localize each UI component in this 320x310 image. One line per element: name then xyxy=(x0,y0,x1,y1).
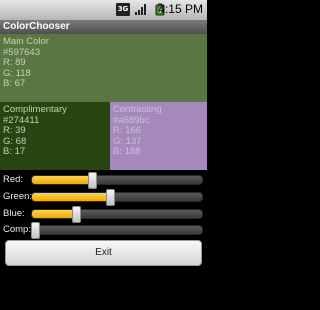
complimentary-label: Complimentary xyxy=(3,104,67,115)
green-slider-label: Green: xyxy=(3,191,33,202)
red-slider-thumb[interactable] xyxy=(87,172,97,189)
red-slider-fill xyxy=(32,176,92,184)
comp-slider-row: Comp: xyxy=(0,221,207,239)
contrasting-label: Contrasting xyxy=(113,104,162,115)
blue-slider[interactable] xyxy=(31,206,203,223)
status-time: 4:15 PM xyxy=(158,2,203,16)
red-slider[interactable] xyxy=(31,172,203,189)
green-slider-row: Green: xyxy=(0,188,207,206)
blue-slider-row: Blue: xyxy=(0,205,207,223)
network-3g-icon: 3G xyxy=(116,3,130,16)
red-slider-label: Red: xyxy=(3,174,24,185)
green-slider[interactable] xyxy=(31,189,203,206)
main-color-red: R: 89 xyxy=(3,57,26,68)
main-color-blue: B: 67 xyxy=(3,78,26,89)
main-color-swatch: Main Color #597643 R: 89 G: 118 B: 67 xyxy=(0,34,207,102)
comp-slider-thumb[interactable] xyxy=(31,222,40,239)
app-title: ColorChooser xyxy=(3,21,70,32)
blue-slider-label: Blue: xyxy=(3,208,25,219)
comp-slider-label: Comp: xyxy=(3,224,31,235)
green-slider-fill xyxy=(32,193,111,201)
red-slider-row: Red: xyxy=(0,171,207,189)
exit-button[interactable]: Exit xyxy=(5,240,202,266)
app-title-bar: ColorChooser xyxy=(0,20,207,34)
main-color-green: G: 118 xyxy=(3,67,31,79)
complimentary-color-swatch: Complimentary #274411 R: 39 G: 68 B: 17 xyxy=(0,102,110,170)
complimentary-red: R: 39 xyxy=(3,125,26,136)
contrasting-color-swatch: Contrasting #a689bc R: 166 G: 137 B: 188 xyxy=(110,102,207,170)
signal-bars-icon xyxy=(134,3,148,16)
main-color-label: Main Color xyxy=(3,36,49,47)
contrasting-blue: B: 188 xyxy=(113,146,141,157)
status-bar: 3G 4:15 PM xyxy=(0,0,207,20)
blue-slider-fill xyxy=(32,210,77,218)
complimentary-blue: B: 17 xyxy=(3,146,26,157)
green-slider-thumb[interactable] xyxy=(106,189,116,206)
comp-slider[interactable] xyxy=(31,222,203,239)
main-color-hex: #597643 xyxy=(3,46,40,58)
contrasting-red: R: 166 xyxy=(113,125,141,136)
